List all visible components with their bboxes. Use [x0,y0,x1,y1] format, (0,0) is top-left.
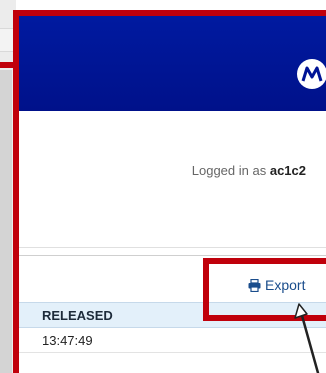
screen: Logged in as ac1c2 Export RELEASED 13:47… [0,0,326,373]
annotation-export-highlight [203,258,326,321]
left-side-panel [0,70,12,373]
